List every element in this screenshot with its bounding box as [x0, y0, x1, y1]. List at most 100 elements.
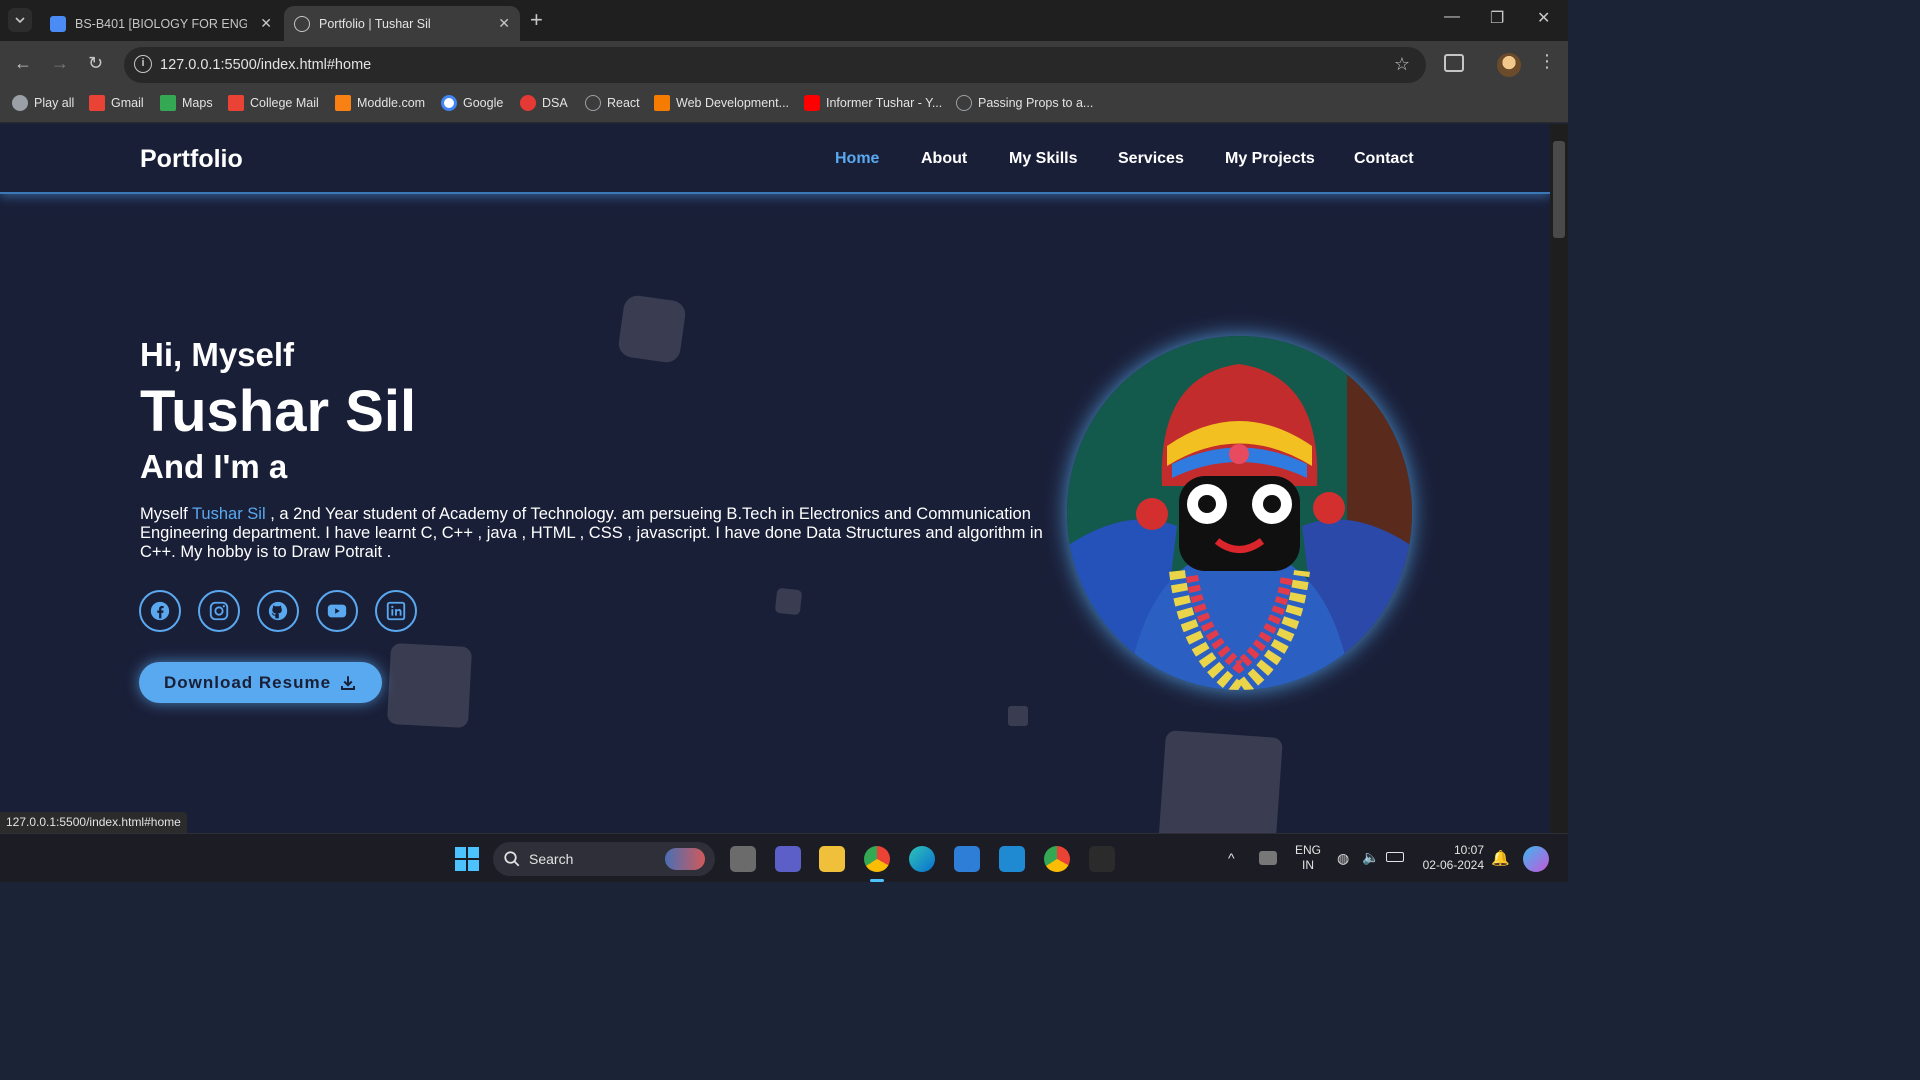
- taskbar: Search ^ ENG IN ◍ 🔈 10:07 02-06-2024 🔔: [0, 833, 1568, 882]
- extensions-icon[interactable]: [1444, 54, 1464, 72]
- close-icon[interactable]: ✕: [260, 15, 272, 32]
- classroom-icon: [50, 15, 66, 32]
- moodle-icon: [335, 95, 351, 111]
- notification-bell-icon[interactable]: 🔔: [1491, 849, 1510, 867]
- globe-icon: [12, 95, 28, 111]
- gmail-icon: [228, 95, 244, 111]
- language-indicator[interactable]: ENG IN: [1295, 843, 1321, 873]
- taskbar-search[interactable]: Search: [493, 842, 715, 876]
- github-link[interactable]: [257, 590, 299, 632]
- store-icon[interactable]: [954, 846, 980, 872]
- bookmark-react[interactable]: React: [585, 95, 640, 111]
- bookmark-college-mail[interactable]: College Mail: [228, 95, 319, 111]
- region-code: IN: [1302, 858, 1314, 872]
- download-icon: [341, 675, 356, 690]
- minimize-button[interactable]: —: [1444, 8, 1460, 26]
- site-info-icon[interactable]: i: [134, 55, 152, 73]
- nav-my-skills[interactable]: My Skills: [1009, 150, 1077, 168]
- nav-home[interactable]: Home: [835, 150, 879, 168]
- page-scrollbar[interactable]: [1550, 124, 1568, 833]
- battery-icon[interactable]: [1386, 852, 1404, 862]
- decorative-square: [616, 293, 688, 365]
- file-explorer-icon[interactable]: [819, 846, 845, 872]
- windows-icon: [455, 847, 479, 871]
- tab-biology[interactable]: BS-B401 [BIOLOGY FOR ENGINEERS] ✕: [40, 6, 282, 41]
- copilot-icon[interactable]: [1523, 846, 1549, 872]
- restore-button[interactable]: ❐: [1490, 8, 1504, 28]
- nav-my-projects[interactable]: My Projects: [1225, 150, 1315, 168]
- bookmark-label: Web Development...: [676, 96, 790, 110]
- bookmark-label: Play all: [34, 96, 75, 110]
- download-resume-button[interactable]: Download Resume: [139, 662, 382, 703]
- figma-icon[interactable]: [1089, 846, 1115, 872]
- chrome-icon[interactable]: [864, 846, 890, 872]
- nav-about[interactable]: About: [921, 150, 967, 168]
- tab-portfolio[interactable]: Portfolio | Tushar Sil ✕: [284, 6, 520, 41]
- linkedin-link[interactable]: [375, 590, 417, 632]
- start-button[interactable]: [454, 846, 480, 872]
- portfolio-page: Portfolio Home About My Skills Services …: [0, 124, 1550, 833]
- url-text[interactable]: 127.0.0.1:5500/index.html#home: [160, 57, 371, 73]
- teams-icon[interactable]: [775, 846, 801, 872]
- site-logo[interactable]: Portfolio: [140, 145, 243, 174]
- bookmark-label: College Mail: [250, 96, 319, 110]
- chrome-profile-icon[interactable]: [1044, 846, 1070, 872]
- bookmark-gmail[interactable]: Gmail: [89, 95, 144, 111]
- onedrive-icon[interactable]: [1259, 851, 1277, 865]
- maps-icon: [160, 95, 176, 111]
- linkedin-icon: [386, 601, 406, 621]
- bookmark-web-dev[interactable]: Web Development...: [654, 95, 789, 111]
- bookmark-label: Moddle.com: [357, 96, 426, 110]
- instagram-icon: [209, 601, 229, 621]
- back-icon[interactable]: ←: [14, 53, 32, 74]
- scrollbar-thumb[interactable]: [1553, 141, 1565, 238]
- bookmark-dsa[interactable]: DSA: [520, 95, 568, 111]
- nav-contact[interactable]: Contact: [1354, 150, 1414, 168]
- youtube-icon: [327, 604, 347, 618]
- bookmark-passing-props[interactable]: Passing Props to a...: [956, 95, 1093, 111]
- reload-icon[interactable]: ↻: [88, 53, 103, 74]
- google-icon: [441, 95, 457, 111]
- facebook-link[interactable]: [139, 590, 181, 632]
- volume-icon[interactable]: 🔈: [1362, 849, 1379, 866]
- nav-services[interactable]: Services: [1118, 150, 1184, 168]
- forward-icon[interactable]: →: [51, 53, 69, 74]
- bookmark-label: Informer Tushar - Y...: [826, 96, 943, 110]
- tuf-icon: [520, 95, 536, 111]
- codehelp-icon: [654, 95, 670, 111]
- task-view-icon[interactable]: [730, 846, 756, 872]
- bookmark-informer-tushar[interactable]: Informer Tushar - Y...: [804, 95, 942, 111]
- bookmark-label: Gmail: [111, 96, 144, 110]
- bookmark-moddle[interactable]: Moddle.com: [335, 95, 425, 111]
- bookmark-label: React: [607, 96, 640, 110]
- menu-dots-icon[interactable]: ⋮: [1538, 51, 1556, 72]
- close-icon[interactable]: ✕: [498, 15, 510, 32]
- tray-chevron-icon[interactable]: ^: [1228, 850, 1235, 866]
- bookmark-star-icon[interactable]: ☆: [1394, 54, 1410, 75]
- bio-name-highlight: Tushar Sil: [191, 505, 266, 523]
- gear-icon: [956, 95, 972, 111]
- edge-icon[interactable]: [909, 846, 935, 872]
- tab-search-button[interactable]: [8, 8, 32, 32]
- github-icon: [268, 601, 288, 621]
- clock-time: 10:07: [1453, 843, 1484, 857]
- close-window-button[interactable]: ✕: [1537, 8, 1550, 28]
- decorative-square: [1008, 706, 1028, 726]
- clock[interactable]: 10:07 02-06-2024: [1418, 843, 1484, 873]
- search-icon: [504, 851, 520, 867]
- network-icon[interactable]: ◍: [1337, 850, 1349, 867]
- youtube-link[interactable]: [316, 590, 358, 632]
- portrait-image: [1067, 336, 1412, 690]
- search-label: Search: [529, 851, 574, 867]
- address-bar[interactable]: i 127.0.0.1:5500/index.html#home ☆: [124, 47, 1426, 83]
- vscode-icon[interactable]: [999, 846, 1025, 872]
- bookmark-maps[interactable]: Maps: [160, 95, 213, 111]
- tab-title: Portfolio | Tushar Sil: [319, 16, 431, 31]
- gmail-icon: [89, 95, 105, 111]
- profile-portrait: [1067, 336, 1412, 690]
- bookmark-play-all[interactable]: Play all: [12, 95, 74, 111]
- new-tab-button[interactable]: +: [530, 8, 543, 32]
- instagram-link[interactable]: [198, 590, 240, 632]
- bookmark-google[interactable]: Google: [441, 95, 503, 111]
- profile-avatar[interactable]: [1497, 53, 1521, 77]
